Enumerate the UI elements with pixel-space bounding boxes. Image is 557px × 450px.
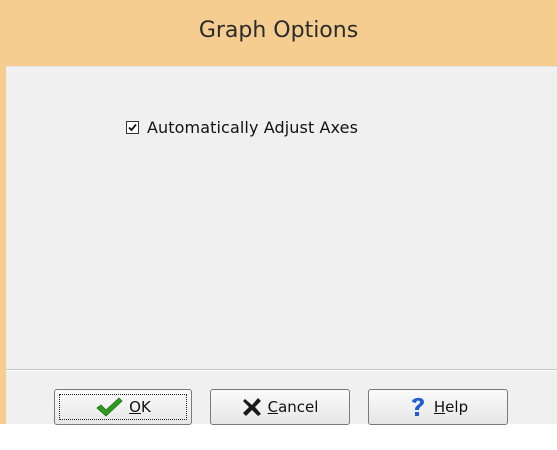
cancel-button[interactable]: Cancel bbox=[210, 389, 350, 425]
x-icon bbox=[242, 397, 262, 417]
auto-adjust-axes-label: Automatically Adjust Axes bbox=[147, 117, 359, 137]
help-button-label: Help bbox=[433, 398, 469, 416]
dialog-content: Automatically Adjust Axes bbox=[6, 66, 557, 370]
auto-adjust-axes-checkbox[interactable] bbox=[126, 120, 139, 134]
dialog-title: Graph Options bbox=[198, 18, 359, 43]
cancel-button-label: Cancel bbox=[267, 398, 319, 416]
graph-options-dialog: Graph Options Automatically Adjust Axes … bbox=[0, 0, 557, 425]
ok-button-label: OK bbox=[129, 398, 151, 416]
ok-button[interactable]: OK bbox=[54, 389, 192, 425]
auto-adjust-axes-option[interactable]: Automatically Adjust Axes bbox=[126, 117, 358, 137]
help-button[interactable]: Help bbox=[368, 389, 508, 425]
checkmark-icon bbox=[128, 123, 137, 131]
checkmark-icon bbox=[95, 396, 123, 418]
question-mark-icon bbox=[408, 395, 428, 419]
button-bar: OK Cancel Help bbox=[6, 371, 557, 425]
dialog-title-bar: Graph Options bbox=[0, 0, 557, 66]
